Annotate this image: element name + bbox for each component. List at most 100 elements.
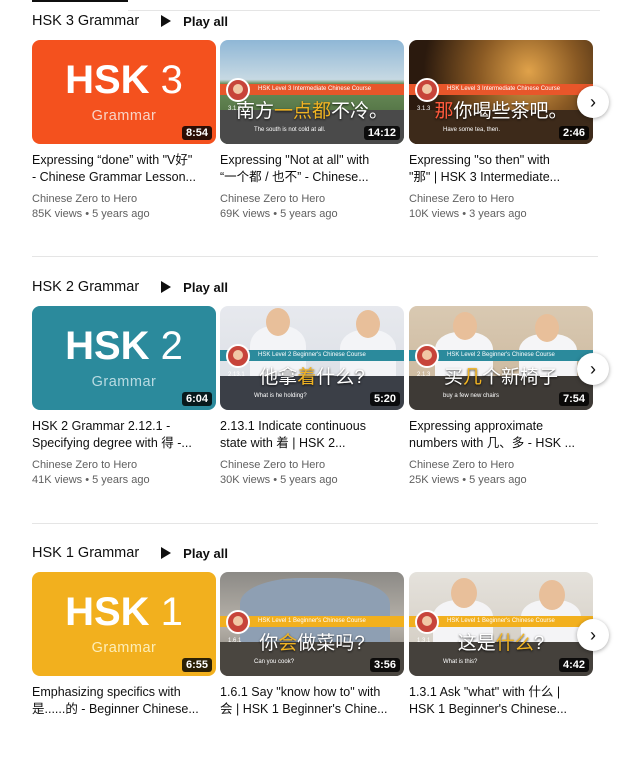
video-title-line: 2.13.1 Indicate continuous bbox=[220, 419, 366, 433]
channel-name[interactable]: Chinese Zero to Hero bbox=[220, 458, 404, 473]
shelf-header: HSK 3 Grammar Play all bbox=[32, 10, 612, 32]
video-thumbnail[interactable]: HSK Level 2 Beginner's Chinese Course 2.… bbox=[220, 306, 404, 410]
english-subtitle: The south is not cold at all. bbox=[254, 127, 326, 133]
channel-name[interactable]: Chinese Zero to Hero bbox=[32, 458, 216, 473]
english-subtitle: What is this? bbox=[443, 659, 478, 665]
video-title-line: 1.6.1 Say "know how to" with bbox=[220, 685, 381, 699]
play-all-button[interactable]: Play all bbox=[161, 14, 228, 29]
video-title[interactable]: Expressing "Not at all" with “一个都 / 也不” -… bbox=[220, 152, 404, 186]
next-button[interactable]: › bbox=[577, 86, 609, 118]
tile-label: HSK bbox=[65, 58, 150, 102]
video-title[interactable]: Expressing "so then" with "那" | HSK 3 Int… bbox=[409, 152, 593, 186]
video-thumbnail[interactable]: HSK Level 2 Beginner's Chinese Course 2.… bbox=[409, 306, 593, 410]
chinese-subtitle: 买几个新椅子 bbox=[409, 362, 593, 389]
subtitle-part: 他拿 bbox=[259, 367, 298, 388]
video-card[interactable]: HSK 2 Grammar 6:04 HSK 2 Grammar 2.12.1 … bbox=[32, 306, 216, 488]
video-title-line: “一个都 / 也不” - Chinese... bbox=[220, 170, 369, 184]
video-title-line: Expressing approximate bbox=[409, 419, 544, 433]
video-card[interactable]: HSK 1 Grammar 6:55 Emphasizing specifics… bbox=[32, 572, 216, 718]
video-thumbnail[interactable]: HSK 3 Grammar 8:54 bbox=[32, 40, 216, 144]
video-thumbnail[interactable]: HSK 2 Grammar 6:04 bbox=[32, 306, 216, 410]
shelf-divider bbox=[32, 256, 598, 257]
video-card[interactable]: HSK Level 2 Beginner's Chinese Course 2.… bbox=[409, 306, 593, 488]
shelf-hsk2-grammar: HSK 2 Grammar Play all HSK 2 Grammar 6:0… bbox=[32, 276, 612, 486]
video-card[interactable]: HSK Level 3 Intermediate Chinese Course … bbox=[220, 40, 404, 222]
tile-subtitle: Grammar bbox=[91, 108, 157, 124]
video-row: HSK 3 Grammar 8:54 Expressing “done” wit… bbox=[32, 40, 612, 240]
play-all-button[interactable]: Play all bbox=[161, 280, 228, 295]
subtitle-highlight: 那 bbox=[434, 101, 454, 122]
video-meta: 41K views • 5 years ago bbox=[32, 474, 150, 486]
subtitle-part: 个新椅子 bbox=[482, 367, 559, 388]
tile-number: 1 bbox=[160, 590, 183, 634]
subtitle-part: 你喝些茶吧。 bbox=[453, 101, 568, 122]
tile-subtitle: Grammar bbox=[91, 374, 157, 390]
chevron-right-icon: › bbox=[590, 92, 596, 112]
video-card[interactable]: HSK Level 1 Beginner's Chinese Course 1.… bbox=[409, 572, 593, 718]
channel-name[interactable]: Chinese Zero to Hero bbox=[409, 192, 593, 207]
play-all-label: Play all bbox=[183, 279, 228, 295]
video-thumbnail[interactable]: HSK 1 Grammar 6:55 bbox=[32, 572, 216, 676]
video-meta: 85K views • 5 years ago bbox=[32, 208, 150, 220]
duration-badge: 6:55 bbox=[181, 658, 212, 672]
next-button[interactable]: › bbox=[577, 353, 609, 385]
subtitle-highlight: 一点都 bbox=[273, 101, 331, 122]
chinese-subtitle: 他拿着什么? bbox=[220, 362, 404, 389]
video-card[interactable]: HSK Level 2 Beginner's Chinese Course 2.… bbox=[220, 306, 404, 488]
video-thumbnail[interactable]: HSK Level 1 Beginner's Chinese Course 1.… bbox=[220, 572, 404, 676]
channel-name[interactable]: Chinese Zero to Hero bbox=[220, 192, 404, 207]
subtitle-part: 什么? bbox=[316, 367, 365, 388]
subtitle-highlight: 着 bbox=[297, 367, 317, 388]
english-subtitle: Have some tea, then. bbox=[443, 127, 501, 133]
view-count: 69K views bbox=[220, 208, 271, 220]
video-card[interactable]: HSK Level 1 Beginner's Chinese Course 1.… bbox=[220, 572, 404, 718]
play-icon bbox=[161, 281, 172, 293]
video-title-line: 是......的 - Beginner Chinese... bbox=[32, 702, 199, 716]
video-thumbnail[interactable]: HSK Level 1 Beginner's Chinese Course 1.… bbox=[409, 572, 593, 676]
shelf-title[interactable]: HSK 1 Grammar bbox=[32, 545, 139, 561]
video-thumbnail[interactable]: HSK Level 3 Intermediate Chinese Course … bbox=[220, 40, 404, 144]
next-button[interactable]: › bbox=[577, 619, 609, 651]
video-title-line: Expressing "Not at all" with bbox=[220, 153, 370, 167]
subtitle-part: 你 bbox=[259, 633, 279, 654]
chinese-subtitle: 南方一点都不冷。 bbox=[220, 96, 404, 123]
video-card[interactable]: HSK Level 3 Intermediate Chinese Course … bbox=[409, 40, 593, 222]
person-head bbox=[356, 310, 380, 338]
shelf-divider bbox=[32, 523, 598, 524]
play-all-label: Play all bbox=[183, 545, 228, 561]
play-icon bbox=[161, 547, 172, 559]
video-title[interactable]: HSK 2 Grammar 2.12.1 - Specifying degree … bbox=[32, 418, 216, 452]
video-title-line: Specifying degree with 得 -... bbox=[32, 436, 192, 450]
video-title[interactable]: 1.6.1 Say "know how to" with 会 | HSK 1 Be… bbox=[220, 684, 404, 718]
channel-name[interactable]: Chinese Zero to Hero bbox=[409, 458, 593, 473]
subtitle-part: ? bbox=[533, 633, 545, 654]
video-title-line: Emphasizing specifics with bbox=[32, 685, 181, 699]
shelf-title[interactable]: HSK 3 Grammar bbox=[32, 13, 139, 29]
tile-label: HSK bbox=[65, 590, 150, 634]
shelf-header: HSK 1 Grammar Play all bbox=[32, 542, 612, 564]
video-title-line: "那" | HSK 3 Intermediate... bbox=[409, 170, 561, 184]
person-head bbox=[539, 580, 565, 610]
channel-name[interactable]: Chinese Zero to Hero bbox=[32, 192, 216, 207]
upload-age: 5 years ago bbox=[92, 474, 150, 486]
video-title[interactable]: Emphasizing specifics with 是......的 - Beg… bbox=[32, 684, 216, 718]
shelf-hsk1-grammar: HSK 1 Grammar Play all HSK 1 Grammar 6:5… bbox=[32, 542, 612, 716]
chinese-subtitle: 这是什么? bbox=[409, 628, 593, 655]
duration-badge: 14:12 bbox=[363, 126, 400, 140]
tile-label: HSK bbox=[65, 324, 150, 368]
video-title[interactable]: Expressing “done” with "V好" - Chinese Gra… bbox=[32, 152, 216, 186]
view-count: 30K views bbox=[220, 474, 271, 486]
video-card[interactable]: HSK 3 Grammar 8:54 Expressing “done” wit… bbox=[32, 40, 216, 222]
duration-badge: 8:54 bbox=[181, 126, 212, 140]
play-all-button[interactable]: Play all bbox=[161, 546, 228, 561]
subtitle-part: 这是 bbox=[457, 633, 496, 654]
subtitle-highlight: 什么 bbox=[495, 633, 534, 654]
video-title[interactable]: 1.3.1 Ask "what" with 什么 | HSK 1 Beginner… bbox=[409, 684, 593, 718]
video-title-line: Expressing “done” with "V好" bbox=[32, 153, 193, 167]
video-title[interactable]: Expressing approximate numbers with 几、多 -… bbox=[409, 418, 593, 452]
video-thumbnail[interactable]: HSK Level 3 Intermediate Chinese Course … bbox=[409, 40, 593, 144]
video-title[interactable]: 2.13.1 Indicate continuous state with 着 |… bbox=[220, 418, 404, 452]
duration-badge: 7:54 bbox=[558, 392, 589, 406]
shelf-header: HSK 2 Grammar Play all bbox=[32, 276, 612, 298]
shelf-title[interactable]: HSK 2 Grammar bbox=[32, 279, 139, 295]
